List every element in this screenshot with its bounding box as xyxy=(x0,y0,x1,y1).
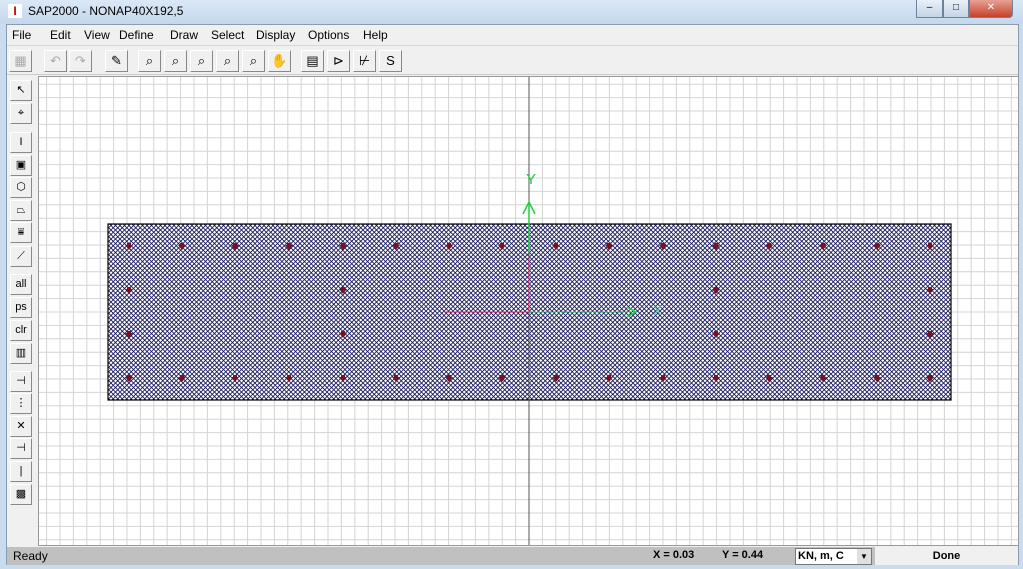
window-title: SAP2000 - NONAP40X192,5 xyxy=(28,4,184,18)
axes-button[interactable]: ⊬ xyxy=(353,50,376,72)
undo-button[interactable]: ↶ xyxy=(44,50,67,72)
undo-icon: ↶ xyxy=(50,53,61,68)
previous-selection-icon: ps xyxy=(15,301,27,313)
intersecting-line-button[interactable]: ▥ xyxy=(10,343,32,364)
menu-edit[interactable]: Edit xyxy=(50,28,71,42)
snap-grid-button[interactable]: ▩ xyxy=(10,484,32,505)
snap-points-icon: ⊣ xyxy=(16,375,26,387)
model-canvas[interactable]: Y X xyxy=(38,76,1019,546)
draw-special-joint-icon: ⩸ xyxy=(17,226,25,238)
draw-line-button[interactable]: ⟋ xyxy=(10,246,32,267)
zoom-in-button[interactable]: ⌕ xyxy=(216,50,239,72)
menu-define[interactable]: Define xyxy=(119,28,154,42)
status-text: Ready xyxy=(13,549,48,563)
menu-view[interactable]: View xyxy=(84,28,110,42)
zoom-out-icon: ⌕ xyxy=(249,53,258,68)
pointer-button[interactable]: ↖ xyxy=(10,80,32,101)
menu-bar: File Edit View Define Draw Select Display Optio… xyxy=(7,25,1018,46)
close-button[interactable]: ✕ xyxy=(969,0,1013,18)
reshape-icon: ⌖ xyxy=(17,107,25,119)
reshape-button[interactable]: ⌖ xyxy=(10,103,32,124)
draw-frame-icon: I xyxy=(19,136,23,148)
pointer-icon: ↖ xyxy=(16,84,26,96)
snap-midpoint-icon: ⋮ xyxy=(15,397,27,409)
units-value: KN, m, C xyxy=(798,550,844,562)
snap-line-icon: | xyxy=(19,465,23,477)
snap-intersection-icon: ✕ xyxy=(16,420,26,432)
snap-intersection-button[interactable]: ✕ xyxy=(10,416,32,437)
menu-display[interactable]: Display xyxy=(256,28,295,42)
menu-select[interactable]: Select xyxy=(211,28,244,42)
zoom-out-button[interactable]: ⌕ xyxy=(242,50,265,72)
draw-poly-area-icon: ⬡ xyxy=(16,181,26,193)
select-all-icon: all xyxy=(15,278,27,290)
menu-help[interactable]: Help xyxy=(363,28,388,42)
redo-button[interactable]: ↷ xyxy=(69,50,92,72)
pan-hand-button[interactable]: ✋ xyxy=(268,50,291,72)
zoom-in-icon: ⌕ xyxy=(223,53,232,68)
draw-quad-area-icon: ⏢ xyxy=(16,204,26,216)
global-y-axis-label: Y xyxy=(526,171,537,188)
snap-line-button[interactable]: | xyxy=(10,461,32,482)
status-bar: Ready X = 0.03 Y = 0.44 KN, m, C ▼ Done xyxy=(7,547,1018,565)
draw-rect-area-button[interactable]: ▣ xyxy=(10,155,32,176)
previous-selection-button[interactable]: ps xyxy=(10,297,32,318)
clear-selection-button[interactable]: clr xyxy=(10,320,32,341)
intersecting-line-icon: ▥ xyxy=(15,347,27,359)
element-shape-button[interactable]: ⊳ xyxy=(327,50,350,72)
units-dropdown[interactable]: KN, m, C ▼ xyxy=(795,548,872,565)
chevron-down-icon[interactable]: ▼ xyxy=(857,549,871,564)
redo-icon: ↷ xyxy=(75,53,86,68)
pan-hand-icon: ✋ xyxy=(271,53,288,68)
snap-button[interactable]: S xyxy=(379,50,402,72)
left-toolbar: ↖ ⌖ I ▣ ⬡ ⏢ ⩸ ⟋ all ps clr ▥ ⊣ ⋮ ✕ ⊣ | ▩ xyxy=(7,76,37,546)
pencil-icon: ✎ xyxy=(111,53,122,68)
select-all-button[interactable]: all xyxy=(10,274,32,295)
table-icon: ▤ xyxy=(306,53,319,68)
global-x-axis-label: X xyxy=(653,303,662,318)
zoom-fit-icon: ⌕ xyxy=(171,53,180,68)
app-icon: I xyxy=(8,4,22,18)
y-coordinate: Y = 0.44 xyxy=(722,549,764,561)
zoom-previous-button[interactable]: ⌕ xyxy=(190,50,213,72)
snap-perpendicular-button[interactable]: ⊣ xyxy=(10,438,32,459)
draw-rect-area-icon: ▣ xyxy=(15,159,27,171)
snap-midpoint-button[interactable]: ⋮ xyxy=(10,393,32,414)
maximize-button[interactable]: □ xyxy=(943,0,969,18)
title-bar: I SAP2000 - NONAP40X192,5 ‒ □ ✕ xyxy=(0,0,1023,24)
draw-quad-area-button[interactable]: ⏢ xyxy=(10,200,32,221)
element-shape-icon: ⊳ xyxy=(333,53,344,68)
table-button[interactable]: ▤ xyxy=(301,50,324,72)
minimize-button[interactable]: ‒ xyxy=(916,0,943,18)
draw-poly-area-button[interactable]: ⬡ xyxy=(10,177,32,198)
menu-file[interactable]: File xyxy=(12,28,31,42)
draw-special-joint-button[interactable]: ⩸ xyxy=(10,222,32,243)
pencil-button[interactable]: ✎ xyxy=(105,50,128,72)
zoom-window-button[interactable]: ⌕ xyxy=(138,50,161,72)
new-model-button[interactable]: ▦ xyxy=(9,50,32,72)
main-toolbar: ▦ ↶ ↷ ✎ ⌕ ⌕ ⌕ ⌕ ⌕ ✋ ▤ ⊳ ⊬ S xyxy=(7,47,1018,75)
zoom-previous-icon: ⌕ xyxy=(197,53,206,68)
zoom-window-icon: ⌕ xyxy=(145,53,154,68)
snap-perpendicular-icon: ⊣ xyxy=(16,442,26,454)
app-frame: File Edit View Define Draw Select Display Optio… xyxy=(6,24,1019,565)
menu-draw[interactable]: Draw xyxy=(170,28,198,42)
zoom-fit-button[interactable]: ⌕ xyxy=(164,50,187,72)
draw-line-icon: ⟋ xyxy=(17,250,25,262)
x-coordinate: X = 0.03 xyxy=(653,549,695,561)
new-model-icon: ▦ xyxy=(14,53,27,68)
snap-icon: S xyxy=(386,53,395,68)
snap-grid-icon: ▩ xyxy=(15,488,27,500)
axes-icon: ⊬ xyxy=(358,53,371,68)
status-done: Done xyxy=(875,547,1018,565)
menu-options[interactable]: Options xyxy=(308,28,349,42)
draw-frame-button[interactable]: I xyxy=(10,132,32,153)
snap-points-button[interactable]: ⊣ xyxy=(10,371,32,392)
clear-selection-icon: clr xyxy=(15,324,27,336)
